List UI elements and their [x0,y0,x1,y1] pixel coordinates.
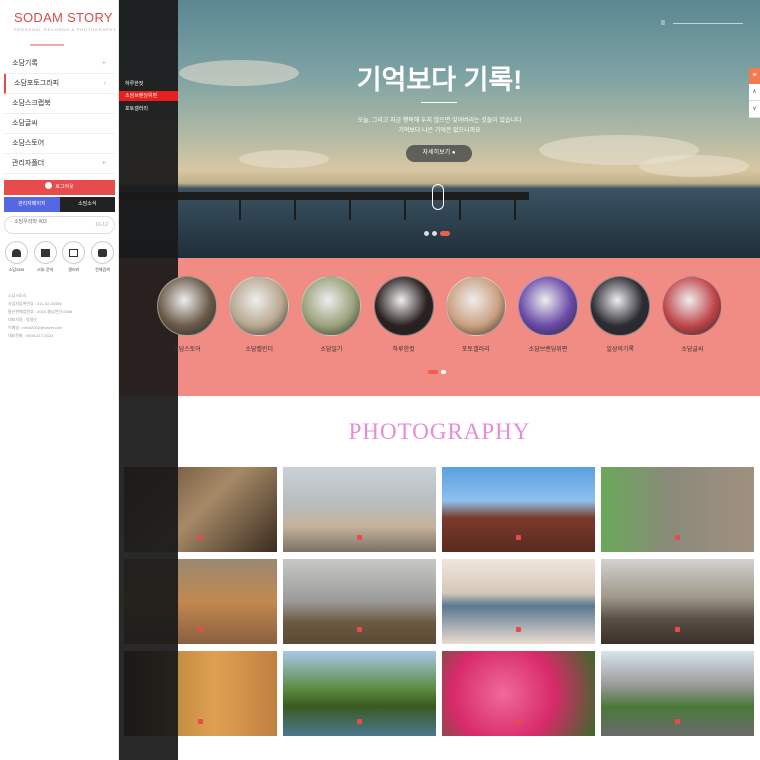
tab-admin[interactable]: 관리자페이지 [4,197,60,212]
section-title: PHOTOGRAPHY [348,419,531,444]
category-label: 소담브랜딩위편 [528,347,568,353]
marker-icon [357,719,362,724]
photo-tile[interactable] [442,467,595,552]
marker-icon [357,627,362,632]
marker-icon [675,719,680,724]
marker-icon [516,627,521,632]
user-icon [45,182,53,190]
side-controls: ≡ ∧ ∨ [749,68,760,118]
sidebar: SODAM STORY PERSONAL RECORDS & PHOTOGRAP… [0,0,119,760]
chevron-down-icon[interactable]: ∨ [749,101,760,118]
submenu-item[interactable]: 포토갤러리 [125,105,148,112]
menu-item-photography[interactable]: 소담포토그라피 › [4,74,115,94]
marker-icon [675,627,680,632]
photo-tile[interactable] [601,651,754,736]
pier-image [119,192,529,200]
category-label: 소담스토어 [173,347,201,353]
quick-inquiry[interactable]: 1대1 문의 [33,241,58,273]
hero-pagination[interactable] [424,231,450,236]
category-item[interactable]: 소담스토어 [157,276,217,353]
cup-icon [33,241,57,264]
logo-subtitle: PERSONAL RECORDS & PHOTOGRAPHY [14,27,117,32]
category-image [373,276,434,336]
divider [30,44,64,46]
menu-item-records[interactable]: 소담기록 + [4,54,115,74]
menu-item-scrapbook[interactable]: 소담스크랩북 [4,94,115,114]
slide-progress [673,23,743,24]
category-label: 포토갤러리 [461,347,490,353]
marker-icon [198,719,203,724]
company-info: 소담스토리 사업자등록번호 : 311-02-33456 통신판매업번호 : 201… [8,293,73,338]
category-image [445,276,506,336]
menu-item-admin[interactable]: 관리자폴더 + [4,154,115,174]
category-image [518,276,578,336]
category-item[interactable]: 하루한컷 [373,276,434,353]
category-item[interactable]: 소담일기 [301,276,362,353]
logo[interactable]: SODAM STORY [14,10,113,25]
category-image [590,276,651,336]
heart-icon [5,241,28,264]
photo-tile[interactable] [442,559,595,644]
photo-tile[interactable] [442,651,595,736]
scroll-indicator [432,184,444,210]
tab-news[interactable]: 소담소식 [59,197,115,212]
category-pagination[interactable] [428,370,446,374]
submenu-item-selected[interactable]: 소담브랜딩위편 [119,91,178,101]
frame-icon [62,241,86,264]
marker-icon [357,535,362,540]
category-item[interactable]: 포토갤러리 [445,276,506,353]
hero-more-button[interactable]: 자세히보기 ● [406,145,472,162]
category-image [229,276,290,336]
category-label: 하루한컷 [392,347,415,353]
marker-icon [675,535,680,540]
submenu-item[interactable]: 하루한컷 [125,80,143,87]
menu-item-lettering[interactable]: 소담글씨 [4,114,115,134]
page: 기억보다 기록! 오늘, 그리고 지금 행복해 두지 않으면 잊어버리는 것들이… [0,0,760,760]
marker-icon [198,627,203,632]
search-icon [90,241,114,264]
chevron-up-icon[interactable]: ∧ [749,84,760,101]
main-menu: 소담기록 + 소담포토그라피 › 소담스크랩북 소담글씨 소담스토어 관리자폴더 + [4,54,115,174]
photo-tile[interactable] [283,559,436,644]
quick-links: 소담SNS 1대1 문의 갤러리 전체검색 [4,241,115,273]
photo-tile[interactable] [283,467,436,552]
category-item[interactable]: 소담브랜딩위편 [518,276,578,353]
tab-row: 관리자페이지 소담소식 [4,197,115,212]
category-image [662,276,723,336]
divider [421,102,457,103]
category-label: 소담일기 [320,347,343,353]
category-label: 소담글씨 [681,347,704,353]
menu-icon[interactable]: ≡ [749,68,760,84]
submenu-panel: 하루한컷 소담브랜딩위편 포토갤러리 [119,0,178,760]
quick-search[interactable]: 전체검색 [90,241,115,273]
category-item[interactable]: 소담캘린더 [229,276,290,353]
category-image [301,276,362,336]
marker-icon [516,719,521,724]
notice-box[interactable]: · 소담우라라 #03 16-12 [4,216,115,234]
quick-sns[interactable]: 소담SNS [4,241,29,273]
category-item[interactable]: 일상의기록 [590,276,651,353]
category-label: 소담캘린더 [245,347,273,353]
photo-tile[interactable] [601,467,754,552]
marker-icon [198,535,203,540]
quick-gallery[interactable]: 갤러리 [61,241,86,273]
photo-tile[interactable] [601,559,754,644]
category-image [157,276,217,336]
category-label: 일상의기록 [606,347,634,353]
category-item[interactable]: 소담글씨 [662,276,723,353]
hero-description: 오늘, 그리고 지금 행복해 두지 않으면 잊어버리는 것들이 있습니다 기억보… [357,118,522,134]
marker-icon [516,535,521,540]
logout-button[interactable]: 로그아웃 [4,180,115,195]
photo-tile[interactable] [283,651,436,736]
hero-title: 기억보다 기록! [356,65,523,95]
pause-button[interactable]: II [661,20,665,27]
menu-item-store[interactable]: 소담스토어 [4,134,115,154]
